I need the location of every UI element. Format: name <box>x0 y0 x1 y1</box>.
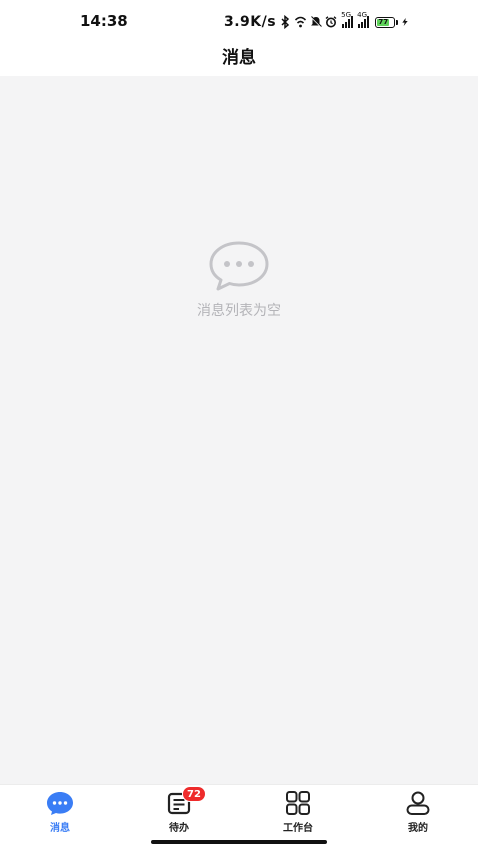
tab-label-workbench: 工作台 <box>283 823 313 834</box>
alarm-icon <box>325 16 337 28</box>
mute-icon <box>310 16 322 28</box>
status-bar: 14:38 3.9K/s 5G 4G 77 <box>0 0 478 40</box>
bluetooth-icon <box>281 15 290 29</box>
signal-4g-icon: 4G <box>357 11 370 28</box>
todo-count-badge: 72 <box>182 786 206 802</box>
tab-workbench[interactable]: 工作台 <box>258 789 338 834</box>
tab-label-todo: 待办 <box>169 823 189 834</box>
nav-bar: 消息 <box>0 40 478 76</box>
status-time: 14:38 <box>80 12 128 30</box>
tab-todo[interactable]: 72 待办 <box>139 786 219 834</box>
message-list: 消息列表为空 <box>0 76 478 784</box>
workbench-grid-icon <box>286 791 310 815</box>
charging-icon <box>402 18 408 26</box>
profile-icon <box>406 791 430 815</box>
tab-messages[interactable]: 消息 <box>20 789 100 834</box>
empty-state-text: 消息列表为空 <box>197 303 281 319</box>
network-speed: 3.9K/s <box>224 14 277 30</box>
signal-5g-icon: 5G <box>341 11 354 28</box>
message-icon <box>47 792 73 815</box>
wifi-icon <box>295 16 307 28</box>
status-icons: 3.9K/s 5G 4G 77 <box>224 11 409 32</box>
chat-bubble-icon <box>209 241 269 291</box>
battery-level: 77 <box>377 18 390 26</box>
tab-label-profile: 我的 <box>408 823 428 834</box>
tab-label-messages: 消息 <box>50 823 70 834</box>
battery-icon: 77 <box>375 16 399 28</box>
page-title: 消息 <box>222 48 256 68</box>
tab-profile[interactable]: 我的 <box>378 789 458 834</box>
home-indicator[interactable] <box>151 840 327 844</box>
